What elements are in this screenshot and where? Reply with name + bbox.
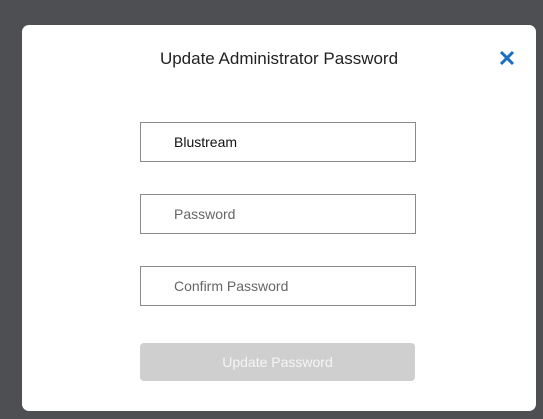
update-password-dialog: Update Administrator Password Update Pas… (22, 25, 536, 411)
update-password-button[interactable]: Update Password (140, 343, 415, 381)
close-icon[interactable] (498, 49, 516, 67)
close-x-glyph (499, 50, 515, 66)
modal-backdrop: Update Administrator Password Update Pas… (0, 0, 543, 419)
confirm-password-field[interactable] (140, 266, 416, 306)
dialog-title: Update Administrator Password (159, 49, 399, 68)
username-field[interactable] (140, 122, 416, 162)
password-field[interactable] (140, 194, 416, 234)
